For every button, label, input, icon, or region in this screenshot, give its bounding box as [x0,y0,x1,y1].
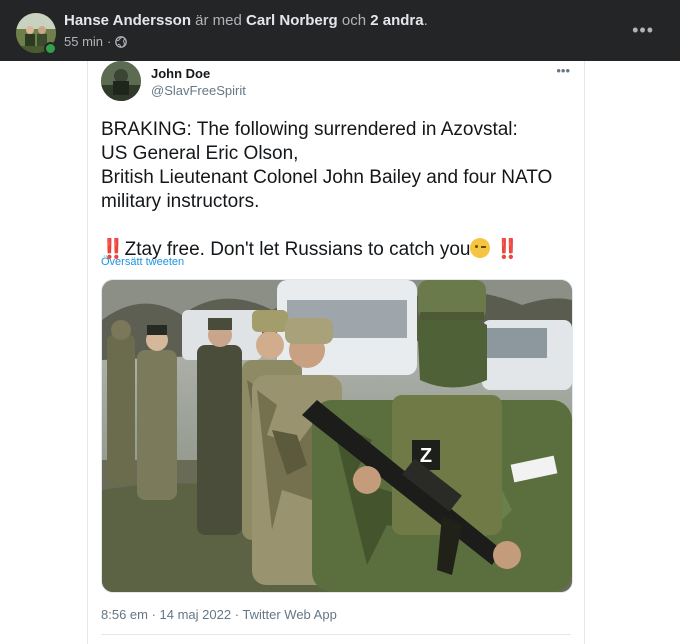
more-horizontal-icon[interactable]: ••• [632,20,654,41]
post-header-line: Hanse Andersson är med Carl Norberg och … [64,12,428,29]
and-text: och [341,12,367,29]
globe-icon[interactable] [115,35,128,48]
tweet-photo[interactable]: Z [101,279,573,593]
tweet-text-line: military instructors. [101,191,260,212]
author-name-link[interactable]: Hanse Andersson [64,12,191,29]
tweet-divider [101,634,571,635]
svg-text:Z: Z [420,445,432,467]
post-time-link[interactable]: 55 min [64,34,103,49]
tweet-author-name[interactable]: John Doe [151,66,210,81]
tweet-author-avatar[interactable] [101,61,141,101]
tweet-more-icon[interactable]: ••• [556,63,570,78]
embedded-tweet: John Doe @SlavFreeSpirit ••• BRAKING: Th… [87,61,585,644]
meta-separator: · [107,34,112,49]
with-text: är med [195,12,242,29]
tweet-text-line: BRAKING: The following surrendered in Az… [101,119,518,140]
tagged-person-link[interactable]: Carl Norberg [246,12,338,29]
double-exclamation-icon: ‼️ [495,239,520,260]
tweet-timestamp[interactable]: 8:56 em · 14 maj 2022 · Twitter Web App [101,607,337,622]
tweet-text-line: US General Eric Olson, [101,143,299,164]
period: . [423,12,428,29]
translate-tweet-link[interactable]: Översätt tweeten [101,256,184,268]
tweet-author-handle[interactable]: @SlavFreeSpirit [151,83,246,98]
winking-face-icon [470,238,491,258]
facebook-post-header: Hanse Andersson är med Carl Norberg och … [0,0,680,61]
tweet-text: BRAKING: The following surrendered in Az… [101,118,571,262]
others-link[interactable]: 2 andra [370,12,423,29]
tweet-text-line: British Lieutenant Colonel John Bailey a… [101,167,553,188]
post-meta: 55 min · [64,34,128,49]
online-status-dot [44,42,57,55]
